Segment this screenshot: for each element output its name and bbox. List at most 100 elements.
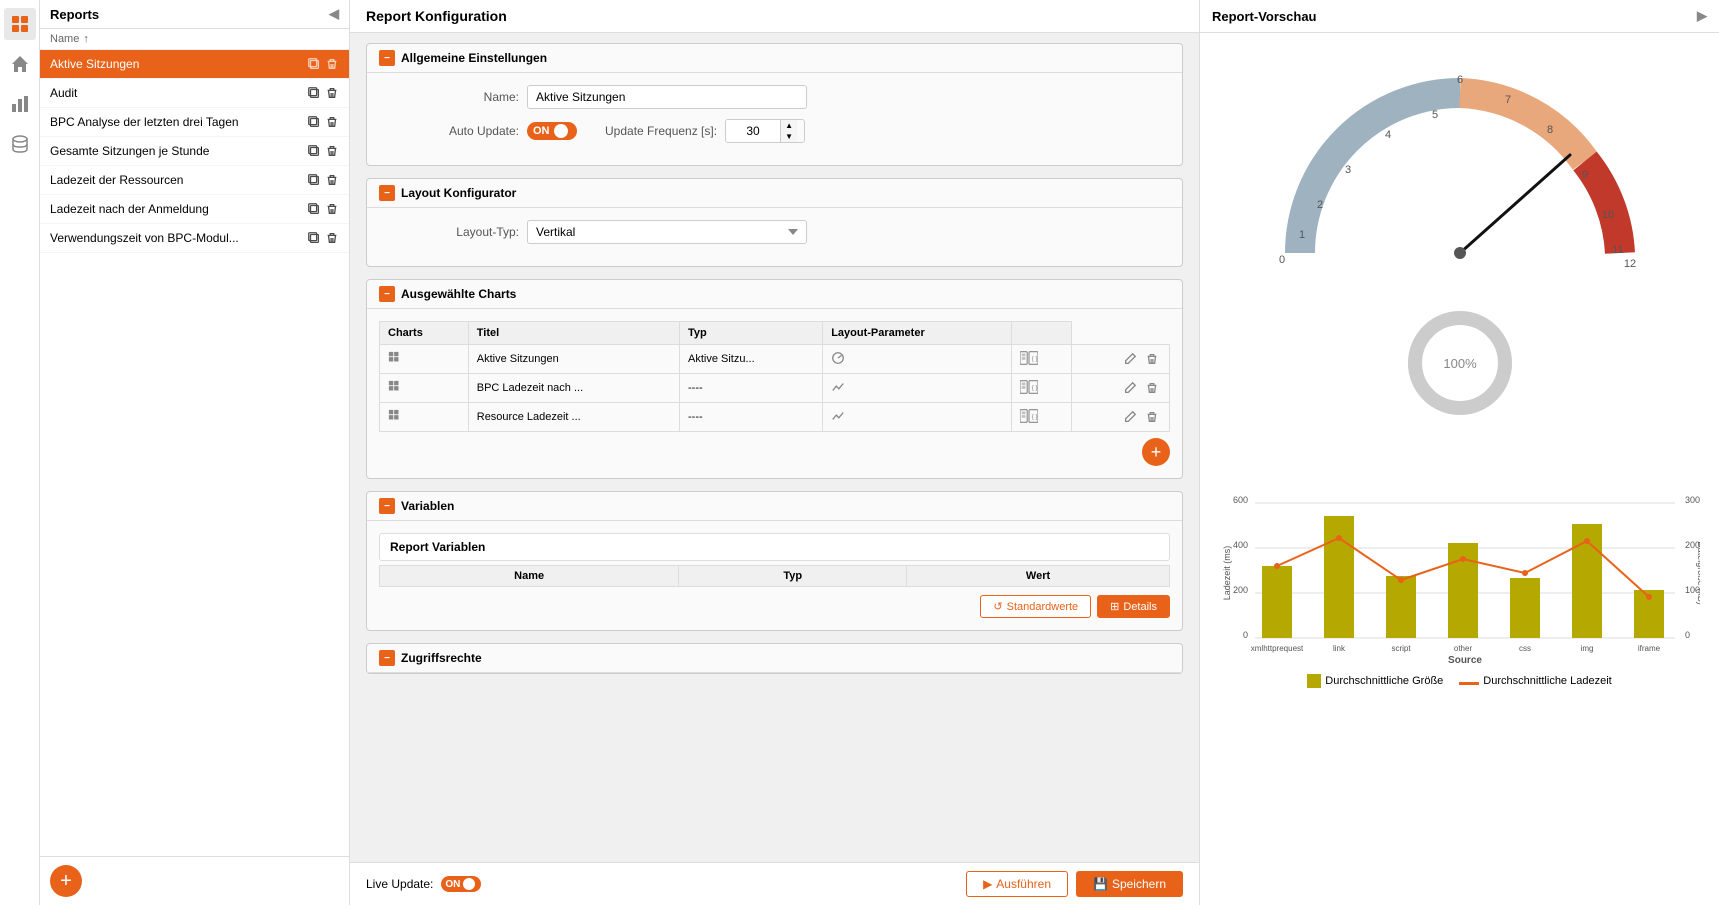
- sidebar-item-3[interactable]: Gesamte Sitzungen je Stunde: [40, 137, 349, 166]
- layout-type-select[interactable]: Vertikal Horizontal Grid: [527, 220, 807, 244]
- save-icon: 💾: [1093, 877, 1108, 891]
- section-variables-collapse[interactable]: −: [379, 498, 395, 514]
- bar-2: [1386, 576, 1416, 638]
- chart-cell-icon-1: [380, 374, 469, 403]
- chart-delete-btn-1[interactable]: [1143, 379, 1161, 397]
- chart-cell-icon-2: [380, 403, 469, 432]
- svg-text:xmlhttprequest: xmlhttprequest: [1251, 644, 1304, 653]
- section-layout-collapse[interactable]: −: [379, 185, 395, 201]
- col-charts: Charts: [380, 322, 469, 345]
- delete-icon-2[interactable]: [325, 115, 339, 129]
- chart-delete-btn-2[interactable]: [1143, 408, 1161, 426]
- name-input[interactable]: [527, 85, 807, 109]
- gauge-center: [1454, 247, 1466, 259]
- config-panel-title: Report Konfiguration: [366, 8, 507, 24]
- icon-bar-analytics[interactable]: [4, 88, 36, 120]
- gauge-needle: [1460, 155, 1570, 253]
- sidebar-item-4[interactable]: Ladezeit der Ressourcen: [40, 166, 349, 195]
- defaults-label: Standardwerte: [1007, 601, 1079, 613]
- section-layout-header: − Layout Konfigurator: [367, 179, 1182, 208]
- sidebar-item-actions-1: [307, 86, 339, 100]
- sidebar-sort-direction[interactable]: ↑: [83, 33, 89, 45]
- section-charts-collapse[interactable]: −: [379, 286, 395, 302]
- sidebar-item-label-3: Gesamte Sitzungen je Stunde: [50, 144, 307, 158]
- auto-update-toggle[interactable]: ON: [527, 122, 577, 140]
- sidebar-sort-label: Name: [50, 33, 79, 45]
- sidebar-collapse-icon[interactable]: ◀: [329, 6, 339, 22]
- svg-text:4: 4: [1384, 129, 1390, 141]
- svg-text:0: 0: [1685, 630, 1690, 640]
- col-layout-param: Layout-Parameter: [823, 322, 1012, 345]
- donut-label: 100%: [1443, 356, 1477, 371]
- update-freq-up[interactable]: ▲: [781, 120, 797, 131]
- delete-icon-4[interactable]: [325, 173, 339, 187]
- copy-icon-6[interactable]: [307, 231, 321, 245]
- copy-icon-0[interactable]: [307, 57, 321, 71]
- svg-text:10: 10: [1601, 209, 1613, 221]
- add-report-button[interactable]: +: [50, 865, 82, 897]
- section-variables-body: Report Variablen Name Typ Wert ↺: [367, 521, 1182, 630]
- save-button[interactable]: 💾 Speichern: [1076, 871, 1183, 897]
- line-dot-4: [1522, 570, 1528, 576]
- combo-chart-section: 0 200 400 600 Ladezeit (ms) 0 100 200 30…: [1210, 443, 1709, 688]
- preview-expand-icon[interactable]: ▶: [1697, 8, 1707, 24]
- sidebar-list: Aktive Sitzungen Audit BPC Analyse der l…: [40, 50, 349, 856]
- sidebar-item-0[interactable]: Aktive Sitzungen: [40, 50, 349, 79]
- copy-icon-4[interactable]: [307, 173, 321, 187]
- delete-icon-3[interactable]: [325, 144, 339, 158]
- icon-bar-database[interactable]: [4, 128, 36, 160]
- chart-edit-btn-0[interactable]: [1121, 350, 1139, 368]
- delete-icon-5[interactable]: [325, 202, 339, 216]
- line-dot-3: [1460, 556, 1466, 562]
- auto-update-toggle-knob: [554, 124, 568, 138]
- legend-line: Durchschnittliche Ladezeit: [1459, 674, 1611, 688]
- legend-bar-label: Durchschnittliche Größe: [1325, 675, 1443, 687]
- delete-icon-0[interactable]: [325, 57, 339, 71]
- icon-bar-dashboard[interactable]: [4, 48, 36, 80]
- section-variables: − Variablen Report Variablen Name Typ We…: [366, 491, 1183, 631]
- svg-text:{ }: { }: [1032, 413, 1038, 420]
- config-panel-body: − Allgemeine Einstellungen Name: Auto Up…: [350, 33, 1199, 862]
- svg-text:Source: Source: [1448, 655, 1482, 663]
- chart-edit-btn-2[interactable]: [1121, 408, 1139, 426]
- add-chart-button[interactable]: +: [1142, 438, 1170, 466]
- details-button[interactable]: ⊞ Details: [1097, 595, 1170, 618]
- svg-text:400: 400: [1233, 540, 1248, 550]
- icon-bar-reports[interactable]: [4, 8, 36, 40]
- chart-edit-btn-1[interactable]: [1121, 379, 1139, 397]
- section-general-collapse[interactable]: −: [379, 50, 395, 66]
- defaults-button[interactable]: ↺ Standardwerte: [980, 595, 1091, 618]
- chart-cell-actions-1: [1072, 374, 1170, 403]
- run-icon: ▶: [983, 877, 992, 891]
- live-update-toggle[interactable]: ON: [441, 876, 481, 892]
- chart-legend: Durchschnittliche Größe Durchschnittlich…: [1220, 674, 1699, 688]
- delete-icon-1[interactable]: [325, 86, 339, 100]
- var-col-name: Name: [380, 566, 679, 587]
- svg-text:9: 9: [1581, 169, 1587, 181]
- update-freq-wrapper: ▲ ▼: [725, 119, 805, 143]
- section-layout-title: Layout Konfigurator: [401, 186, 516, 200]
- sidebar-item-6[interactable]: Verwendungszeit von BPC-Modul...: [40, 224, 349, 253]
- section-general-header: − Allgemeine Einstellungen: [367, 44, 1182, 73]
- copy-icon-3[interactable]: [307, 144, 321, 158]
- combo-chart: 0 200 400 600 Ladezeit (ms) 0 100 200 30…: [1220, 443, 1700, 663]
- sidebar-item-1[interactable]: Audit: [40, 79, 349, 108]
- sidebar-item-5[interactable]: Ladezeit nach der Anmeldung: [40, 195, 349, 224]
- chart-cell-type-2: [823, 403, 1012, 432]
- svg-text:11: 11: [1612, 244, 1623, 256]
- var-col-typ: Typ: [679, 566, 907, 587]
- update-freq-down[interactable]: ▼: [781, 131, 797, 142]
- copy-icon-1[interactable]: [307, 86, 321, 100]
- section-access-collapse[interactable]: −: [379, 650, 395, 666]
- run-button[interactable]: ▶ Ausführen: [966, 871, 1068, 897]
- preview-panel: Report-Vorschau ▶ 0 1 2 3: [1199, 0, 1719, 905]
- delete-icon-6[interactable]: [325, 231, 339, 245]
- sidebar-item-2[interactable]: BPC Analyse der letzten drei Tagen: [40, 108, 349, 137]
- copy-icon-5[interactable]: [307, 202, 321, 216]
- auto-update-label: Auto Update:: [379, 124, 519, 138]
- update-freq-input[interactable]: [726, 120, 780, 142]
- chart-delete-btn-0[interactable]: [1143, 350, 1161, 368]
- svg-text:300: 300: [1685, 495, 1700, 505]
- copy-icon-2[interactable]: [307, 115, 321, 129]
- legend-bar: Durchschnittliche Größe: [1307, 674, 1443, 688]
